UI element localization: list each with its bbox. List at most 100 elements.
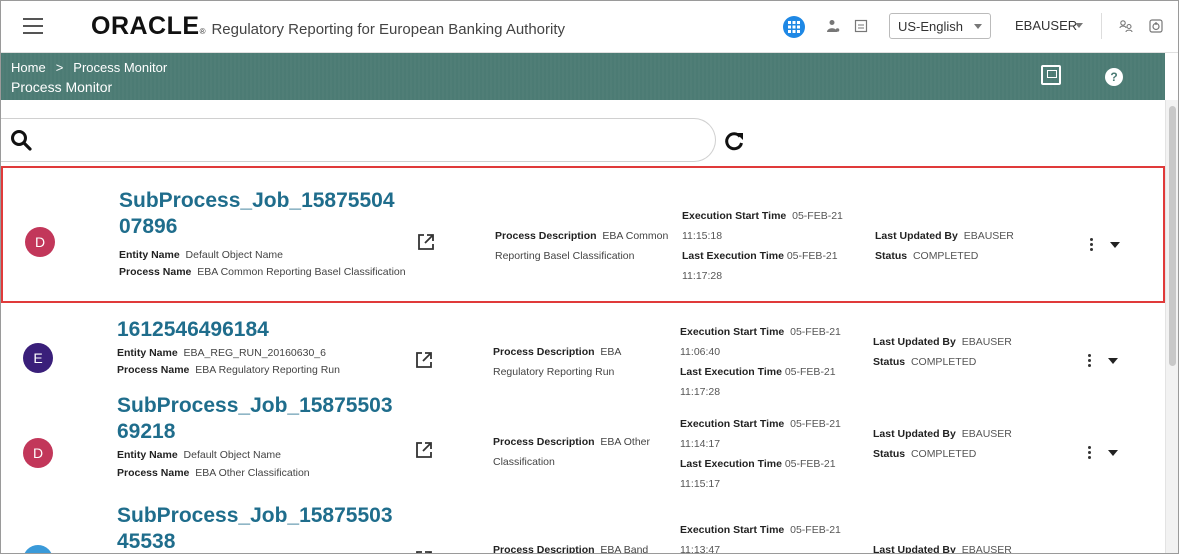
process-name-label: Process Name — [119, 266, 192, 278]
process-description-label: Process Description — [495, 230, 597, 242]
help-icon[interactable]: ? — [1105, 68, 1123, 86]
page-header-bar: Home > Process Monitor Process Monitor ? — [1, 53, 1165, 100]
app-title: Regulatory Reporting for European Bankin… — [211, 21, 566, 38]
search-icon[interactable] — [9, 128, 35, 154]
kebab-icon[interactable] — [1087, 236, 1095, 256]
process-list: D SubProcess_Job_1587550407896 Entity Na… — [1, 164, 1165, 554]
apps-grid-icon[interactable] — [783, 16, 805, 38]
job-title[interactable]: 1612546496184 — [117, 317, 402, 343]
breadcrumb-home[interactable]: Home — [11, 60, 46, 75]
scrollbar-thumb[interactable] — [1169, 106, 1176, 366]
brand: ORACLE ® Regulatory Reporting for Europe… — [91, 12, 565, 41]
update-info: Last Updated By EBAUSER — [873, 540, 1053, 554]
entity-name-label: Entity Name — [117, 449, 178, 461]
oracle-logo: ORACLE — [91, 12, 200, 40]
calendar-icon[interactable] — [852, 17, 870, 35]
list-item[interactable]: D SubProcess_Job_1587550345538 Process D… — [1, 500, 1165, 554]
last-updated-by-value: EBAUSER — [961, 336, 1012, 348]
last-updated-by-value: EBAUSER — [961, 544, 1012, 554]
status-label: Status — [873, 356, 906, 368]
process-name: Process Name EBA Regulatory Reporting Ru… — [117, 362, 407, 379]
menu-icon[interactable] — [23, 18, 43, 34]
status-label: Status — [873, 448, 906, 460]
user-menu[interactable]: EBAUSER — [1007, 13, 1091, 39]
kebab-icon[interactable] — [1085, 444, 1093, 464]
power-icon[interactable] — [1147, 17, 1165, 35]
open-external-icon[interactable] — [417, 233, 435, 251]
refresh-icon[interactable] — [723, 130, 745, 152]
breadcrumb-separator: > — [55, 60, 64, 75]
entity-name-label: Entity Name — [119, 249, 180, 261]
process-description: Process Description EBA Regulatory Repor… — [493, 342, 673, 382]
user-name: EBAUSER — [1015, 18, 1078, 33]
last-execution-label: Last Execution Time — [682, 250, 784, 262]
entity-name-label: Entity Name — [117, 347, 178, 359]
open-external-icon[interactable] — [415, 351, 433, 369]
search-input[interactable] — [41, 129, 691, 153]
entity-name-value: Default Object Name — [183, 449, 281, 461]
job-title[interactable]: SubProcess_Job_1587550407896 — [119, 188, 404, 240]
process-name-label: Process Name — [117, 364, 190, 376]
list-item[interactable]: D SubProcess_Job_1587550369218 Entity Na… — [1, 390, 1165, 500]
execution-start-label: Execution Start Time — [680, 524, 785, 536]
execution-times: Execution Start Time 05-FEB-21 11:14:17 L… — [680, 414, 866, 494]
open-external-icon[interactable] — [415, 441, 433, 459]
avatar: E — [23, 343, 53, 373]
process-name: Process Name EBA Common Reporting Basel … — [119, 264, 409, 281]
execution-start-label: Execution Start Time — [680, 326, 785, 338]
chevron-down-icon[interactable] — [1108, 450, 1118, 456]
job-title[interactable]: SubProcess_Job_1587550369218 — [117, 393, 402, 445]
process-name-value: EBA Other Classification — [195, 467, 310, 479]
process-name-label: Process Name — [117, 467, 190, 479]
process-description-label: Process Description — [493, 544, 595, 554]
execution-times: Execution Start Time 05-FEB-21 11:13:47 — [680, 520, 866, 553]
update-info: Last Updated By EBAUSER Status COMPLETED — [873, 332, 1053, 372]
job-title[interactable]: SubProcess_Job_1587550345538 — [117, 503, 402, 553]
chevron-down-icon[interactable] — [1110, 242, 1120, 248]
divider — [1101, 13, 1102, 39]
process-description: Process Description EBA Common Reporting… — [495, 226, 675, 266]
avatar: D — [23, 545, 53, 553]
screen-icon[interactable] — [1041, 65, 1061, 85]
execution-start-label: Execution Start Time — [680, 418, 785, 430]
process-description-label: Process Description — [493, 436, 595, 448]
last-updated-by-label: Last Updated By — [873, 544, 956, 554]
open-external-icon[interactable] — [415, 550, 433, 554]
last-updated-by-value: EBAUSER — [963, 230, 1014, 242]
list-item[interactable]: D SubProcess_Job_1587550407896 Entity Na… — [1, 166, 1165, 303]
entity-name: Entity Name Default Object Name — [117, 447, 407, 464]
entity-name-value: Default Object Name — [185, 249, 283, 261]
avatar: D — [25, 227, 55, 257]
language-value: US-English — [898, 19, 964, 34]
vertical-scrollbar[interactable] — [1165, 100, 1178, 553]
update-info: Last Updated By EBAUSER Status COMPLETED — [875, 226, 1055, 266]
registered-mark: ® — [199, 27, 206, 36]
status-value: COMPLETED — [910, 356, 977, 368]
app-frame: ORACLE ® Regulatory Reporting for Europe… — [0, 0, 1179, 554]
org-icon[interactable] — [1117, 17, 1135, 35]
process-description: Process Description EBA Other Classifica… — [493, 432, 673, 472]
breadcrumb: Home > Process Monitor — [11, 60, 167, 75]
process-description: Process Description EBA Band Classi — [493, 540, 673, 554]
page-title: Process Monitor — [11, 79, 113, 95]
kebab-icon[interactable] — [1085, 352, 1093, 372]
entity-name: Entity Name EBA_REG_RUN_20160630_6 — [117, 345, 407, 362]
status-value: COMPLETED — [910, 448, 977, 460]
process-name-value: EBA Regulatory Reporting Run — [195, 364, 340, 376]
last-updated-by-label: Last Updated By — [873, 336, 956, 348]
chevron-down-icon[interactable] — [1108, 358, 1118, 364]
last-updated-by-value: EBAUSER — [961, 428, 1012, 440]
entity-name-value: EBA_REG_RUN_20160630_6 — [183, 347, 326, 359]
breadcrumb-current: Process Monitor — [73, 60, 168, 75]
last-updated-by-label: Last Updated By — [873, 428, 956, 440]
chevron-down-icon — [1075, 23, 1083, 28]
last-updated-by-label: Last Updated By — [875, 230, 958, 242]
person-icon[interactable] — [824, 17, 842, 35]
last-execution-label: Last Execution Time — [680, 366, 782, 378]
language-select[interactable]: US-English — [889, 13, 991, 39]
process-name-value: EBA Common Reporting Basel Classificatio… — [197, 266, 406, 278]
search-bar — [1, 118, 716, 162]
top-header: ORACLE ® Regulatory Reporting for Europe… — [1, 1, 1178, 53]
list-item[interactable]: E 1612546496184 Entity Name EBA_REG_RUN_… — [1, 312, 1165, 398]
status-label: Status — [875, 250, 908, 262]
